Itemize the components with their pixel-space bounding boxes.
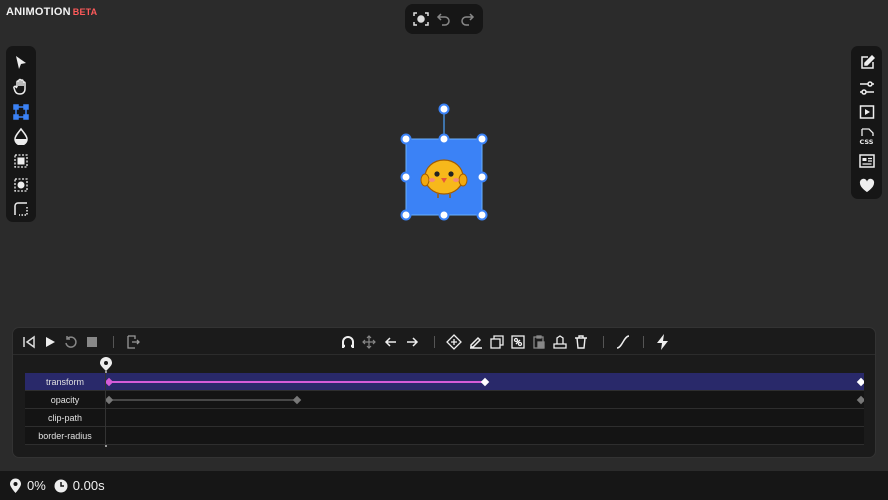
keyframe-diamond[interactable]: [292, 395, 302, 405]
track-row-clip-path[interactable]: clip-path: [25, 409, 864, 427]
exit-icon[interactable]: [123, 332, 143, 352]
keyframe-diamond[interactable]: [106, 377, 114, 387]
left-toolbar: [6, 46, 36, 222]
stop-icon[interactable]: [82, 332, 102, 352]
add-keyframe-icon[interactable]: [444, 332, 464, 352]
hand-icon[interactable]: [9, 75, 33, 99]
track-lane[interactable]: [106, 391, 864, 409]
track-label: transform: [25, 373, 106, 391]
duplicate-icon[interactable]: [487, 332, 507, 352]
cut-icon[interactable]: [508, 332, 528, 352]
lightning-icon[interactable]: [653, 332, 673, 352]
play-icon[interactable]: [40, 332, 60, 352]
loop-icon[interactable]: [61, 332, 81, 352]
progress-value: 0%: [27, 478, 46, 493]
track-lane[interactable]: [106, 409, 864, 427]
track-row-transform[interactable]: transform: [25, 373, 864, 391]
keyframe-diamond[interactable]: [856, 395, 864, 405]
selection-inner-icon[interactable]: [9, 149, 33, 173]
track-row-border-radius[interactable]: border-radius: [25, 427, 864, 445]
article-icon[interactable]: [855, 149, 879, 173]
resize-icon[interactable]: [9, 100, 33, 124]
track-label: clip-path: [25, 409, 106, 427]
keyframe-svg: [106, 395, 864, 405]
move-keyframe-icon[interactable]: [359, 332, 379, 352]
keyframe-diamond[interactable]: [856, 377, 864, 387]
selection-center-icon[interactable]: [9, 173, 33, 197]
top-toolbar: [405, 4, 483, 34]
play-preview-icon[interactable]: [855, 100, 879, 124]
svg-text:CSS: CSS: [859, 138, 873, 146]
clear-icon[interactable]: [550, 332, 570, 352]
track-row-opacity[interactable]: opacity: [25, 391, 864, 409]
track-lane[interactable]: [106, 373, 864, 391]
delete-icon[interactable]: [571, 332, 591, 352]
canvas-svg: [400, 103, 488, 221]
keyframe-diamond[interactable]: [106, 395, 114, 405]
canvas-stage[interactable]: [0, 0, 888, 320]
skip-start-icon[interactable]: [19, 332, 39, 352]
arrow-left-icon[interactable]: [381, 332, 401, 352]
clock-icon: [54, 479, 68, 492]
arrow-right-icon[interactable]: [402, 332, 422, 352]
capture-icon[interactable]: [411, 9, 431, 29]
sliders-icon[interactable]: [855, 76, 879, 100]
keyframe-diamond[interactable]: [480, 377, 490, 387]
right-toolbar: CSS: [851, 46, 882, 199]
css-icon[interactable]: CSS: [855, 125, 879, 149]
easing-icon[interactable]: [613, 332, 633, 352]
magnet-icon[interactable]: [338, 332, 358, 352]
pen-icon[interactable]: [466, 332, 486, 352]
undo-icon[interactable]: [434, 9, 454, 29]
timeline-panel: transform opacity clip-path border-radius: [12, 327, 876, 458]
edit-icon[interactable]: [855, 51, 879, 75]
fill-icon[interactable]: [9, 124, 33, 148]
paste-icon[interactable]: [529, 332, 549, 352]
corner-radius-icon[interactable]: [9, 198, 33, 222]
location-pin-icon: [10, 478, 21, 493]
timeline-toolbar: [13, 328, 875, 355]
status-bar: 0% 0.00s: [0, 471, 888, 500]
track-label: border-radius: [25, 427, 106, 445]
keyframe-svg: [106, 377, 864, 387]
time-value: 0.00s: [72, 478, 105, 493]
track-label: opacity: [25, 391, 106, 409]
track-lane[interactable]: [106, 427, 864, 445]
heart-icon[interactable]: [855, 174, 879, 198]
redo-icon[interactable]: [457, 9, 477, 29]
select-icon[interactable]: [9, 51, 33, 75]
